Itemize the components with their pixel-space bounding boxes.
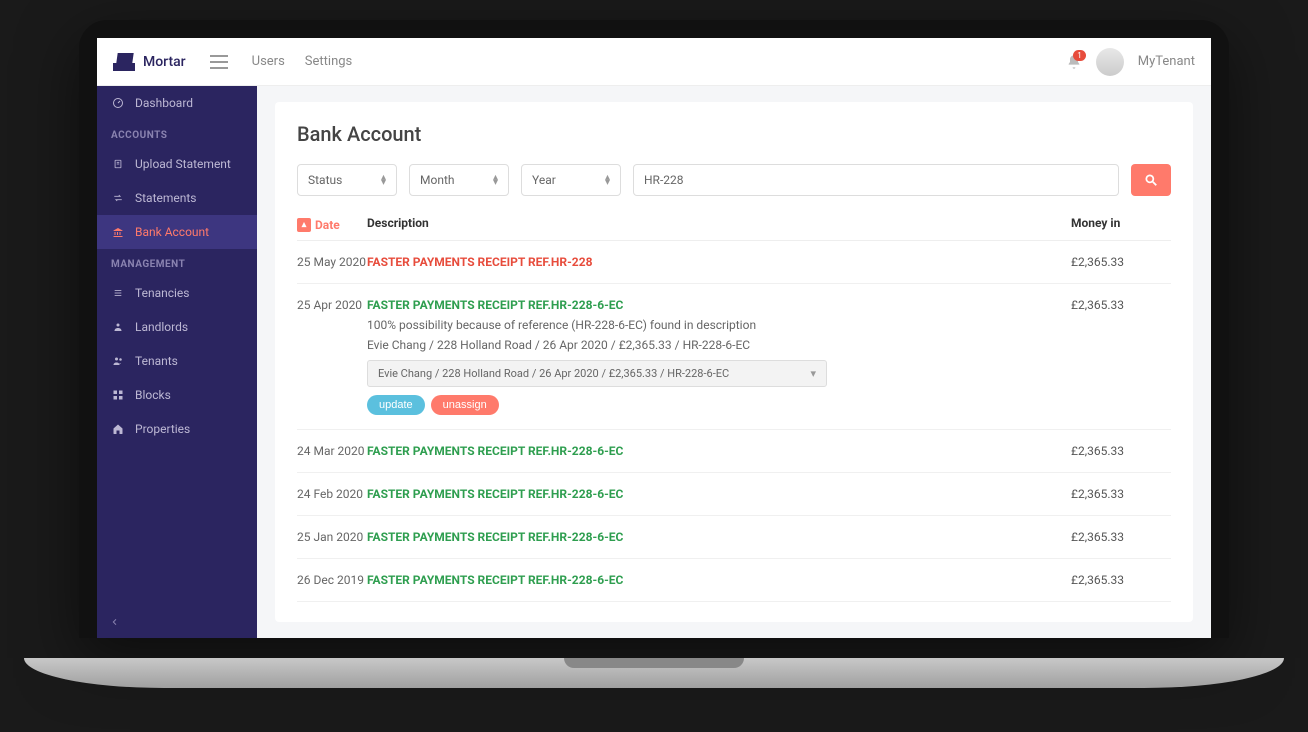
- table-header: ▴ Date Description Money in: [297, 216, 1171, 241]
- column-description: Description: [367, 216, 1071, 232]
- sidebar-item-label: Dashboard: [135, 96, 193, 110]
- topbar: Mortar Users Settings 1 MyTenant: [97, 38, 1211, 86]
- filter-bar: Status ▴▾ Month ▴▾ Year ▴▾ HR-228: [297, 164, 1171, 196]
- row-money-in: £2,365.33: [1071, 444, 1171, 458]
- search-button[interactable]: [1131, 164, 1171, 196]
- sidebar-item-bank-account[interactable]: Bank Account: [97, 215, 257, 249]
- sidebar-item-statements[interactable]: Statements: [97, 181, 257, 215]
- transfer-icon: [111, 193, 125, 203]
- row-description: FASTER PAYMENTS RECEIPT REF.HR-228-6-EC: [367, 444, 1071, 458]
- username[interactable]: MyTenant: [1138, 54, 1195, 69]
- table-row: 24 Mar 2020FASTER PAYMENTS RECEIPT REF.H…: [297, 430, 1171, 473]
- sidebar-section-management: MANAGEMENT: [97, 249, 257, 276]
- transaction-title[interactable]: FASTER PAYMENTS RECEIPT REF.HR-228-6-EC: [367, 530, 1071, 544]
- home-icon: [111, 423, 125, 435]
- row-description: FASTER PAYMENTS RECEIPT REF.HR-228-6-EC: [367, 487, 1071, 501]
- avatar[interactable]: [1096, 48, 1124, 76]
- row-description: FASTER PAYMENTS RECEIPT REF.HR-228: [367, 255, 1071, 269]
- row-description: FASTER PAYMENTS RECEIPT REF.HR-228-6-EC: [367, 530, 1071, 544]
- sidebar-item-label: Statements: [135, 191, 197, 205]
- sort-date-button[interactable]: ▴ Date: [297, 218, 340, 232]
- assignment-select[interactable]: Evie Chang / 228 Holland Road / 26 Apr 2…: [367, 360, 827, 387]
- row-date: 25 Apr 2020: [297, 298, 367, 415]
- notifications-button[interactable]: 1: [1066, 54, 1082, 70]
- sidebar-section-accounts: ACCOUNTS: [97, 120, 257, 147]
- row-date: 25 Jan 2020: [297, 530, 367, 544]
- logo[interactable]: Mortar: [113, 53, 186, 71]
- chevron-updown-icon: ▴▾: [493, 175, 498, 185]
- grid-icon: [111, 389, 125, 401]
- match-explanation: 100% possibility because of reference (H…: [367, 318, 1071, 332]
- status-select[interactable]: Status ▴▾: [297, 164, 397, 196]
- sidebar-item-landlords[interactable]: Landlords: [97, 310, 257, 344]
- row-money-in: £2,365.33: [1071, 298, 1171, 415]
- sidebar-item-label: Tenancies: [135, 286, 189, 300]
- sidebar-item-label: Blocks: [135, 388, 171, 402]
- update-button[interactable]: update: [367, 395, 425, 415]
- page-title: Bank Account: [297, 122, 1171, 146]
- document-icon: [111, 158, 125, 170]
- table-row: 25 May 2020FASTER PAYMENTS RECEIPT REF.H…: [297, 241, 1171, 284]
- search-input[interactable]: HR-228: [633, 164, 1119, 196]
- row-money-in: £2,365.33: [1071, 530, 1171, 544]
- row-date: 24 Feb 2020: [297, 487, 367, 501]
- column-money-in: Money in: [1071, 216, 1171, 232]
- row-money-in: £2,365.33: [1071, 487, 1171, 501]
- match-detail: Evie Chang / 228 Holland Road / 26 Apr 2…: [367, 338, 1071, 352]
- table-row: 25 Apr 2020FASTER PAYMENTS RECEIPT REF.H…: [297, 284, 1171, 430]
- users-icon: [111, 355, 125, 367]
- sidebar-item-tenants[interactable]: Tenants: [97, 344, 257, 378]
- bank-icon: [111, 226, 125, 238]
- year-select[interactable]: Year ▴▾: [521, 164, 621, 196]
- menu-toggle-icon[interactable]: [210, 55, 228, 69]
- logo-text: Mortar: [143, 54, 186, 70]
- logo-icon: [113, 53, 139, 71]
- chevron-updown-icon: ▴▾: [605, 175, 610, 185]
- sidebar: Dashboard ACCOUNTS Upload Statement Stat…: [97, 86, 257, 638]
- chevron-updown-icon: ▴▾: [381, 175, 386, 185]
- row-money-in: £2,365.33: [1071, 573, 1171, 587]
- transaction-title[interactable]: FASTER PAYMENTS RECEIPT REF.HR-228-6-EC: [367, 573, 1071, 587]
- sidebar-item-properties[interactable]: Properties: [97, 412, 257, 446]
- sidebar-item-label: Tenants: [135, 354, 178, 368]
- sidebar-item-label: Bank Account: [135, 225, 209, 239]
- nav-users[interactable]: Users: [252, 54, 285, 69]
- month-select[interactable]: Month ▴▾: [409, 164, 509, 196]
- transaction-title[interactable]: FASTER PAYMENTS RECEIPT REF.HR-228: [367, 255, 1071, 269]
- row-date: 24 Mar 2020: [297, 444, 367, 458]
- transaction-title[interactable]: FASTER PAYMENTS RECEIPT REF.HR-228-6-EC: [367, 444, 1071, 458]
- main-content: Bank Account Status ▴▾ Month ▴▾ Year ▴▾: [257, 86, 1211, 638]
- row-description: FASTER PAYMENTS RECEIPT REF.HR-228-6-EC 1…: [367, 298, 1071, 415]
- table-row: 25 Jan 2020FASTER PAYMENTS RECEIPT REF.H…: [297, 516, 1171, 559]
- row-money-in: £2,365.33: [1071, 255, 1171, 269]
- chevron-down-icon: ▾: [810, 367, 816, 380]
- sidebar-item-label: Properties: [135, 422, 190, 436]
- sidebar-collapse-button[interactable]: [97, 606, 257, 638]
- transaction-title[interactable]: FASTER PAYMENTS RECEIPT REF.HR-228-6-EC: [367, 487, 1071, 501]
- top-nav: Users Settings: [252, 54, 353, 69]
- notification-badge: 1: [1073, 50, 1086, 61]
- dashboard-icon: [111, 97, 125, 109]
- unassign-button[interactable]: unassign: [431, 395, 499, 415]
- row-date: 25 May 2020: [297, 255, 367, 269]
- sort-asc-icon: ▴: [297, 218, 311, 232]
- user-icon: [111, 321, 125, 333]
- sidebar-item-dashboard[interactable]: Dashboard: [97, 86, 257, 120]
- sidebar-item-blocks[interactable]: Blocks: [97, 378, 257, 412]
- row-description: FASTER PAYMENTS RECEIPT REF.HR-228-6-EC: [367, 573, 1071, 587]
- sidebar-item-tenancies[interactable]: Tenancies: [97, 276, 257, 310]
- nav-settings[interactable]: Settings: [305, 54, 352, 69]
- sidebar-item-label: Landlords: [135, 320, 188, 334]
- sidebar-item-upload-statement[interactable]: Upload Statement: [97, 147, 257, 181]
- table-row: 24 Feb 2020FASTER PAYMENTS RECEIPT REF.H…: [297, 473, 1171, 516]
- table-row: 26 Dec 2019FASTER PAYMENTS RECEIPT REF.H…: [297, 559, 1171, 602]
- sidebar-item-label: Upload Statement: [135, 157, 231, 171]
- row-date: 26 Dec 2019: [297, 573, 367, 587]
- transaction-title[interactable]: FASTER PAYMENTS RECEIPT REF.HR-228-6-EC: [367, 298, 1071, 312]
- list-icon: [111, 288, 125, 298]
